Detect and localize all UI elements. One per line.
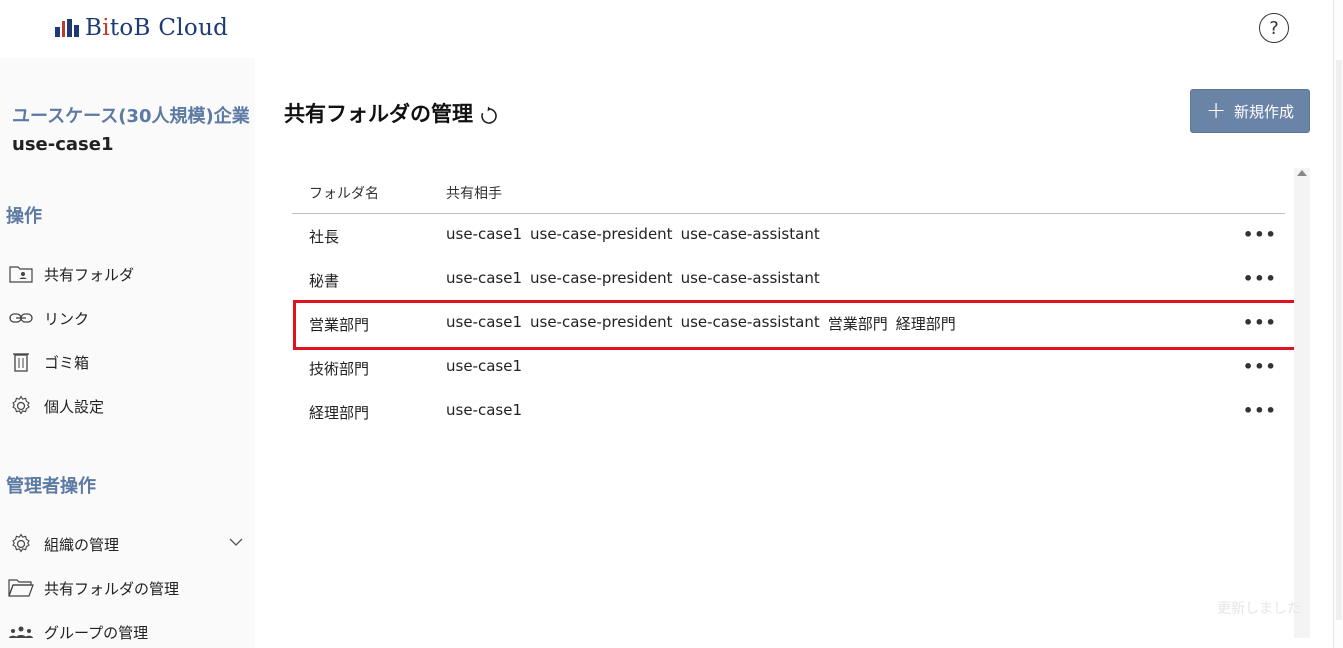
shared-user: use-case-assistant <box>680 225 820 243</box>
more-options-icon[interactable]: ••• <box>1243 357 1277 376</box>
shared-with: use-case1 <box>446 357 522 375</box>
shared-user: use-case-assistant <box>680 313 820 331</box>
chevron-down-icon[interactable] <box>228 533 244 551</box>
shared-group: 営業部門 <box>827 315 888 333</box>
logo-text: BitoB Cloud <box>85 15 229 41</box>
shared-with: use-case1 use-case-president use-case-as… <box>446 313 956 334</box>
help-icon: ? <box>1269 17 1279 39</box>
sidebar-item-organization[interactable]: 組織の管理 <box>8 531 248 557</box>
table-row[interactable]: 営業部門 use-case1 use-case-president use-ca… <box>292 300 1298 350</box>
group-icon <box>8 621 34 643</box>
table-header: フォルダ名 共有相手 <box>292 166 1285 214</box>
sidebar-item-label: 共有フォルダの管理 <box>44 579 180 598</box>
shared-user: use-case-president <box>530 269 673 287</box>
main-content: 共有フォルダの管理 + 新規作成 フォルダ名 共有相手 社長 use-case1… <box>255 58 1343 648</box>
more-options-icon[interactable]: ••• <box>1243 269 1277 288</box>
shared-user: use-case-president <box>530 313 673 331</box>
gear-icon <box>8 395 34 417</box>
section-title-admin: 管理者操作 <box>6 476 96 497</box>
shared-user: use-case1 <box>446 269 522 287</box>
sidebar-item-shared-folder[interactable]: 共有フォルダ <box>8 261 248 287</box>
page-title-text: 共有フォルダの管理 <box>284 102 473 126</box>
gear-icon <box>8 533 34 555</box>
sidebar-item-shared-folder-admin[interactable]: 共有フォルダの管理 <box>8 575 248 601</box>
organization-name: ユースケース(30人規模)企業 <box>12 106 250 127</box>
folder-name: 経理部門 <box>309 404 370 422</box>
logo-icon <box>55 19 79 37</box>
table-row[interactable]: 経理部門 use-case1 ••• <box>292 390 1285 434</box>
table-scrollbar[interactable] <box>1294 168 1310 638</box>
link-icon <box>8 307 34 329</box>
section-title-operations: 操作 <box>6 206 42 227</box>
scroll-up-arrow-icon[interactable] <box>1297 170 1307 176</box>
column-header-folder-name: フォルダ名 <box>309 186 379 202</box>
shared-user: use-case1 <box>446 401 522 419</box>
shared-folder-icon <box>8 263 34 285</box>
top-header: BitoB Cloud ? <box>0 0 1343 58</box>
user-id: use-case1 <box>12 134 114 155</box>
new-folder-button-label: 新規作成 <box>1234 102 1295 121</box>
shared-user: use-case1 <box>446 313 522 331</box>
shared-user: use-case-assistant <box>680 269 820 287</box>
folder-name: 社長 <box>309 228 340 246</box>
shared-with: use-case1 <box>446 401 522 419</box>
trash-icon <box>8 351 34 373</box>
table-row[interactable]: 技術部門 use-case1 ••• <box>292 346 1285 390</box>
sidebar-item-label: リンク <box>44 309 90 328</box>
folder-name: 技術部門 <box>309 360 370 378</box>
column-header-shared-with: 共有相手 <box>446 186 502 202</box>
page-title: 共有フォルダの管理 <box>284 98 499 128</box>
shared-user: use-case1 <box>446 225 522 243</box>
shared-with: use-case1 use-case-president use-case-as… <box>446 225 820 243</box>
sidebar: ユースケース(30人規模)企業 use-case1 操作 共有フォルダ リンク … <box>0 58 255 648</box>
page-scrollbar[interactable] <box>1333 0 1343 648</box>
sidebar-item-label: ゴミ箱 <box>44 353 90 372</box>
table-row[interactable]: 秘書 use-case1 use-case-president use-case… <box>292 258 1285 302</box>
sidebar-item-link[interactable]: リンク <box>8 305 248 331</box>
shared-group: 経理部門 <box>895 315 956 333</box>
scrollbar-thumb[interactable] <box>1297 186 1307 636</box>
new-folder-button[interactable]: + 新規作成 <box>1190 89 1310 133</box>
more-options-icon[interactable]: ••• <box>1243 401 1277 420</box>
shared-with: use-case1 use-case-president use-case-as… <box>446 269 820 287</box>
sidebar-item-trash[interactable]: ゴミ箱 <box>8 349 248 375</box>
more-options-icon[interactable]: ••• <box>1243 313 1277 332</box>
page-scrollbar-track[interactable] <box>1336 60 1342 620</box>
sidebar-item-group[interactable]: グループの管理 <box>8 619 248 645</box>
shared-folder-table: フォルダ名 共有相手 社長 use-case1 use-case-preside… <box>292 166 1298 434</box>
sidebar-item-label: 組織の管理 <box>44 535 120 554</box>
sidebar-item-label: 共有フォルダ <box>44 265 135 284</box>
sidebar-item-label: グループの管理 <box>44 623 149 642</box>
folder-name: 秘書 <box>309 272 340 290</box>
table-row[interactable]: 社長 use-case1 use-case-president use-case… <box>292 214 1285 258</box>
logo[interactable]: BitoB Cloud <box>55 14 228 42</box>
plus-icon: + <box>1205 96 1227 124</box>
app-root: BitoB Cloud ? ユースケース(30人規模)企業 use-case1 … <box>0 0 1343 648</box>
shared-user: use-case-president <box>530 225 673 243</box>
sidebar-item-label: 個人設定 <box>44 397 105 416</box>
more-options-icon[interactable]: ••• <box>1243 225 1277 244</box>
sidebar-item-personal-settings[interactable]: 個人設定 <box>8 393 248 419</box>
help-button[interactable]: ? <box>1259 13 1289 43</box>
shared-user: use-case1 <box>446 357 522 375</box>
refresh-icon[interactable] <box>479 106 499 126</box>
folder-name: 営業部門 <box>309 316 370 334</box>
toast-message: 更新しました <box>1217 601 1301 617</box>
folder-icon <box>8 577 34 599</box>
